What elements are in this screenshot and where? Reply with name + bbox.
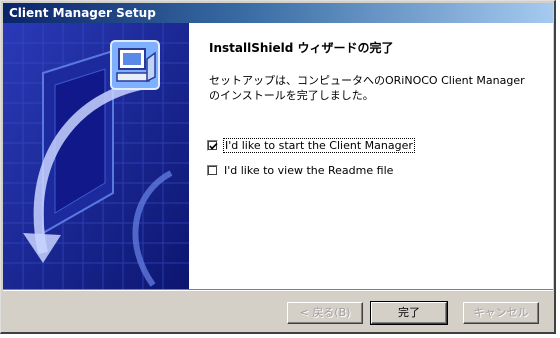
view-readme-checkbox[interactable] xyxy=(207,164,218,176)
view-readme-option[interactable]: I'd like to view the Readme file xyxy=(207,162,393,178)
title-bar[interactable]: Client Manager Setup xyxy=(3,3,553,23)
wizard-side-graphic xyxy=(3,23,189,289)
finish-button[interactable]: 完了 xyxy=(370,301,448,325)
installshield-computer-icon xyxy=(109,39,161,91)
checkmark-icon xyxy=(209,142,218,150)
start-client-manager-label[interactable]: I'd like to start the Client Manager xyxy=(223,137,415,153)
start-client-manager-option[interactable]: I'd like to start the Client Manager xyxy=(207,137,415,153)
wizard-client-area: InstallShield ウィザードの完了 セットアップは、コンピュータへのO… xyxy=(3,23,553,289)
wizard-body-text: セットアップは、コンピュータへのORiNOCO Client Managerのイ… xyxy=(209,74,525,102)
button-area-divider xyxy=(3,289,553,291)
wizard-heading: InstallShield ウィザードの完了 xyxy=(209,41,394,55)
view-readme-label[interactable]: I'd like to view the Readme file xyxy=(224,164,393,177)
cancel-button[interactable]: キャンセル xyxy=(463,302,539,324)
start-client-manager-checkbox[interactable] xyxy=(207,139,218,151)
back-button[interactable]: < 戻る(B) xyxy=(287,302,363,324)
window-title: Client Manager Setup xyxy=(9,6,156,20)
setup-window: Client Manager Setup InstallShield ウィザード… xyxy=(0,0,556,334)
wizard-content: InstallShield ウィザードの完了 セットアップは、コンピュータへのO… xyxy=(195,23,547,289)
